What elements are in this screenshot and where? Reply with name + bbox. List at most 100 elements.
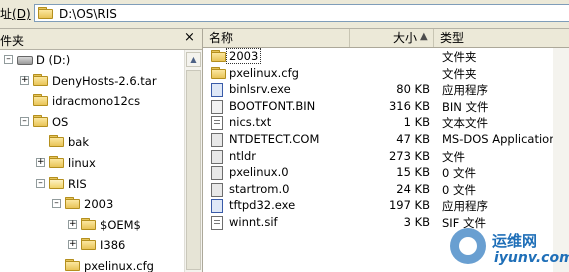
tree-item-label: OS <box>52 115 69 129</box>
tree-item-label: bak <box>68 135 90 149</box>
collapse-icon[interactable]: – <box>20 117 29 126</box>
com-file-icon <box>211 133 223 147</box>
folder-icon <box>33 115 49 128</box>
file-size: 3 KB <box>403 215 430 229</box>
folder-icon <box>211 67 227 80</box>
folders-pane: 件夹 × – D (D:) + DenyHosts-2.6.tar idracmono1… <box>0 29 203 272</box>
file-name: BOOTFONT.BIN <box>229 99 316 113</box>
folder-icon <box>33 74 49 87</box>
collapse-icon[interactable]: – <box>4 55 13 64</box>
file-size: 15 KB <box>396 165 430 179</box>
collapse-icon[interactable]: – <box>36 179 45 188</box>
address-label: 址(D) <box>0 7 31 21</box>
address-path: D:\OS\RIS <box>59 7 117 21</box>
folder-icon <box>65 197 81 210</box>
text-file-icon <box>211 116 223 130</box>
vertical-scrollbar[interactable]: ▲ <box>184 50 202 272</box>
tree-item[interactable]: – OS <box>0 113 184 131</box>
file-name: pxelinux.0 <box>229 165 289 179</box>
system-file-icon <box>211 183 223 197</box>
tree-item-label: pxelinux.cfg <box>84 259 154 272</box>
file-size: 197 KB <box>388 198 430 212</box>
file-type: 文件 <box>442 150 465 164</box>
folder-icon <box>49 135 65 148</box>
file-name: ntldr <box>229 149 257 163</box>
file-row[interactable]: 2003 文件夹 <box>203 48 553 65</box>
tree-item[interactable]: + DenyHosts-2.6.tar <box>0 72 184 90</box>
tree-item-label: idracmono12cs <box>52 94 141 108</box>
watermark-logo: 运维网 iyunv.com <box>448 226 569 272</box>
tree-item[interactable]: + I386 <box>0 236 184 254</box>
logo-ring-icon <box>450 228 486 264</box>
column-header: 名称 大小 ▲ 类型 <box>203 29 569 48</box>
file-row[interactable]: tftpd32.exe 197 KB 应用程序 <box>203 197 553 214</box>
tree-item-label: DenyHosts-2.6.tar <box>52 74 157 88</box>
tree-item[interactable]: – D (D:) <box>0 51 184 69</box>
address-input[interactable]: D:\OS\RIS <box>34 4 569 22</box>
column-type[interactable]: 类型 <box>434 29 553 47</box>
file-size: 1 KB <box>403 115 430 129</box>
collapse-icon[interactable]: – <box>52 199 61 208</box>
folders-pane-title: 件夹 <box>0 34 25 48</box>
folder-icon <box>65 259 81 272</box>
file-type: 文本文件 <box>442 116 488 130</box>
file-row[interactable]: startrom.0 24 KB 0 文件 <box>203 181 553 198</box>
file-row[interactable]: pxelinux.cfg 文件夹 <box>203 65 553 82</box>
file-row[interactable]: nics.txt 1 KB 文本文件 <box>203 114 553 131</box>
tree-item[interactable]: + linux <box>0 154 184 172</box>
text-file-icon <box>211 216 223 230</box>
tree-item[interactable]: pxelinux.cfg <box>0 257 184 272</box>
file-type: 文件夹 <box>442 67 477 81</box>
folder-icon <box>49 156 65 169</box>
file-type: 文件夹 <box>442 50 477 64</box>
tftpd-exe-icon <box>211 199 223 213</box>
tree-item[interactable]: – RIS <box>0 175 184 193</box>
folders-pane-header: 件夹 × <box>0 29 202 50</box>
tree-item-label: $OEM$ <box>100 218 141 232</box>
file-name: startrom.0 <box>229 182 290 196</box>
folder-icon <box>81 238 97 251</box>
folder-icon <box>33 94 49 107</box>
sort-ascending-icon: ▲ <box>420 31 428 42</box>
file-type: 0 文件 <box>442 166 476 180</box>
expand-icon[interactable]: + <box>68 220 77 229</box>
scroll-thumb[interactable] <box>186 70 201 270</box>
open-folder-icon <box>49 177 65 190</box>
tree-item-label: D (D:) <box>36 53 71 67</box>
file-name: pxelinux.cfg <box>229 66 299 80</box>
file-row[interactable]: NTDETECT.COM 47 KB MS-DOS Application <box>203 131 557 148</box>
file-row[interactable]: pxelinux.0 15 KB 0 文件 <box>203 164 553 181</box>
tree-item[interactable]: + $OEM$ <box>0 216 184 234</box>
file-name: nics.txt <box>229 115 272 129</box>
column-name[interactable]: 名称 <box>203 29 350 47</box>
watermark-en: iyunv.com <box>494 250 569 266</box>
tree-item[interactable]: idracmono12cs <box>0 92 184 110</box>
watermark-cn: 运维网 <box>492 232 538 250</box>
expand-icon[interactable]: + <box>68 240 77 249</box>
close-icon[interactable]: × <box>184 30 195 45</box>
folder-icon <box>81 218 97 231</box>
address-bar: 址(D) D:\OS\RIS <box>0 0 569 29</box>
scroll-up-icon[interactable]: ▲ <box>186 52 201 67</box>
file-name: NTDETECT.COM <box>229 132 320 146</box>
file-row[interactable]: BOOTFONT.BIN 316 KB BIN 文件 <box>203 98 553 115</box>
tree-item-label: linux <box>68 156 96 170</box>
system-file-icon <box>211 150 223 164</box>
expand-icon[interactable]: + <box>20 76 29 85</box>
tree-item[interactable]: bak <box>0 133 184 151</box>
tree-item-label: I386 <box>100 238 126 252</box>
file-name: 2003 <box>225 48 262 64</box>
exe-icon <box>211 83 223 97</box>
file-size: 24 KB <box>396 182 430 196</box>
file-name: tftpd32.exe <box>229 198 296 212</box>
file-row[interactable]: ntldr 273 KB 文件 <box>203 148 553 165</box>
system-file-icon <box>211 166 223 180</box>
tree-item[interactable]: – 2003 <box>0 195 184 213</box>
file-type: BIN 文件 <box>442 100 489 114</box>
tree-item-label: RIS <box>68 177 87 191</box>
file-type: MS-DOS Application <box>442 132 557 146</box>
expand-icon[interactable]: + <box>36 158 45 167</box>
file-row[interactable]: binlsrv.exe 80 KB 应用程序 <box>203 81 553 98</box>
file-size: 273 KB <box>388 149 430 163</box>
folder-icon <box>211 50 227 63</box>
